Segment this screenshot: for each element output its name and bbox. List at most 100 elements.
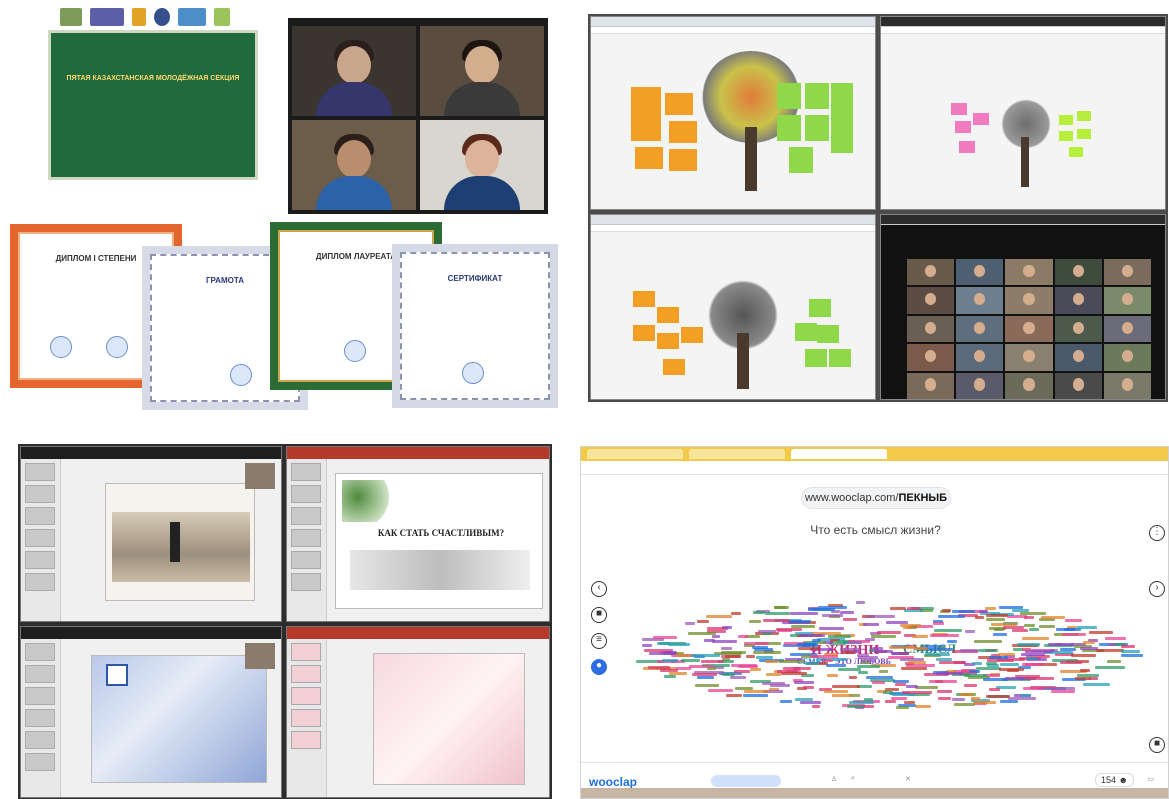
slide: КАК СТАТЬ СЧАСТЛИВЫМ? <box>335 473 543 609</box>
wooclap-logo: wooclap <box>589 775 638 789</box>
join-url: www.wooclap.com/ПЕКНЫБ <box>801 487 951 509</box>
drop-icon[interactable]: ● <box>591 659 607 675</box>
participant-tile <box>1103 259 1151 286</box>
participant-tile <box>1054 344 1102 371</box>
cloud-word-mark <box>1107 643 1116 647</box>
participant-tile <box>1005 315 1053 343</box>
cloud-word-mark <box>863 623 879 627</box>
participant-tile <box>956 259 1004 286</box>
cloud-word-mark <box>935 672 963 676</box>
cloud-word-mark <box>705 614 733 618</box>
address-bar[interactable] <box>581 461 1168 475</box>
next-icon[interactable]: › <box>1149 581 1165 597</box>
cloud-word-mark <box>734 686 753 690</box>
participant-tile <box>1054 259 1102 286</box>
video-tile <box>420 26 544 116</box>
cloud-word-mark <box>750 667 761 671</box>
conference-title: ПЯТАЯ КАЗАХСТАНСКАЯ МОЛОДЁЖНАЯ СЕКЦИЯ <box>66 75 240 82</box>
participant-tile <box>1103 287 1151 314</box>
cloud-word-mark <box>1076 674 1100 678</box>
cloud-word-mark <box>1121 650 1141 654</box>
browser-tab-active[interactable] <box>791 449 887 459</box>
cloud-word-mark <box>1121 654 1143 658</box>
cloud-word-mark <box>763 618 790 622</box>
cloud-word-mark <box>866 615 896 619</box>
video-call-grid <box>288 18 548 214</box>
slide <box>373 653 525 785</box>
cloud-word-mark <box>794 698 813 702</box>
cloud-word-mark <box>857 664 881 668</box>
cloud-word-mark <box>900 667 928 671</box>
participant-tile <box>1005 287 1053 314</box>
user-icon[interactable]: ♙ <box>831 775 837 787</box>
cloud-word-mark <box>892 651 910 655</box>
cloud-word-mark <box>774 605 789 609</box>
record-icon[interactable]: ■ <box>1149 737 1165 753</box>
cloud-word-mark <box>824 689 849 693</box>
cloud-word-mark <box>1025 656 1037 660</box>
cloud-word-mark <box>804 662 819 666</box>
cloud-word-mark <box>725 693 742 697</box>
cloud-word-mark <box>779 699 792 703</box>
search-icon[interactable]: ⌕ <box>851 775 855 787</box>
cloud-word-mark <box>1083 641 1096 645</box>
cloud-word-mark <box>780 671 807 675</box>
participant-tile <box>1103 315 1151 343</box>
cloud-word-mark <box>840 647 860 651</box>
cloud-word-mark <box>998 667 1024 671</box>
stop-icon[interactable]: ■ <box>591 607 607 623</box>
cloud-word-mark <box>692 672 718 676</box>
cloud-word-mark <box>837 667 861 671</box>
cloud-word-mark <box>1023 624 1035 628</box>
cloud-word-mark <box>1121 645 1135 649</box>
cloud-word-mark <box>731 663 758 667</box>
more-icon[interactable]: ⋮ <box>1149 525 1165 541</box>
cloud-word-mark <box>790 611 819 615</box>
cloud-word-mark <box>691 654 721 658</box>
windows-taskbar <box>581 788 1168 798</box>
cloud-word-mark <box>977 648 999 652</box>
cloud-word-mark <box>753 650 781 654</box>
cloud-word-mark <box>895 705 909 709</box>
participant-tile <box>1054 372 1102 399</box>
cloud-word-mark <box>1012 629 1029 633</box>
cloud-word-mark <box>863 698 874 702</box>
questions-toggle[interactable] <box>711 775 781 787</box>
cloud-word-mark <box>743 693 768 697</box>
participant-tile <box>907 259 955 286</box>
cloud-word-mark <box>752 610 766 614</box>
presentation-screen-4 <box>286 626 550 798</box>
browser-tab[interactable] <box>689 449 785 459</box>
certificate-sertifikat: СЕРТИФИКАТ <box>392 244 558 408</box>
cloud-word-mark <box>821 614 843 618</box>
cloud-word-mark <box>775 627 803 631</box>
cloud-word-mark <box>757 629 777 633</box>
screen-share-tree-1 <box>590 16 876 210</box>
cloud-word-mark <box>1021 663 1038 667</box>
browser-tab[interactable] <box>587 449 683 459</box>
cloud-word-mark <box>812 704 821 708</box>
cloud-word-mark <box>721 646 732 650</box>
cloud-word-mark <box>1079 669 1091 673</box>
cloud-word-mark <box>932 622 945 626</box>
cloud-word-mark <box>798 646 820 650</box>
menu-icon[interactable]: ≡ <box>591 633 607 649</box>
cloud-word-mark <box>987 658 1014 662</box>
logo-icon <box>154 8 170 26</box>
cloud-word-mark <box>700 660 724 664</box>
cloud-word-mark <box>915 704 932 708</box>
chat-icon[interactable]: ▭ <box>1147 775 1154 787</box>
slide-title: КАК СТАТЬ СЧАСТЛИВЫМ? <box>377 528 505 538</box>
cloud-word-mark <box>1070 654 1096 658</box>
cloud-word-mark <box>793 667 811 671</box>
cloud-word-mark <box>951 698 965 702</box>
cloud-word-mark <box>802 686 814 690</box>
back-icon[interactable]: ‹ <box>591 581 607 597</box>
cloud-word-mark <box>647 666 671 670</box>
logo-icon <box>132 8 146 26</box>
cloud-word-mark <box>754 647 773 651</box>
close-icon[interactable]: ✕ <box>905 775 911 787</box>
cloud-word-mark <box>1017 643 1041 647</box>
cloud-word-mark <box>856 601 866 605</box>
cloud-word-mark <box>1021 653 1045 657</box>
